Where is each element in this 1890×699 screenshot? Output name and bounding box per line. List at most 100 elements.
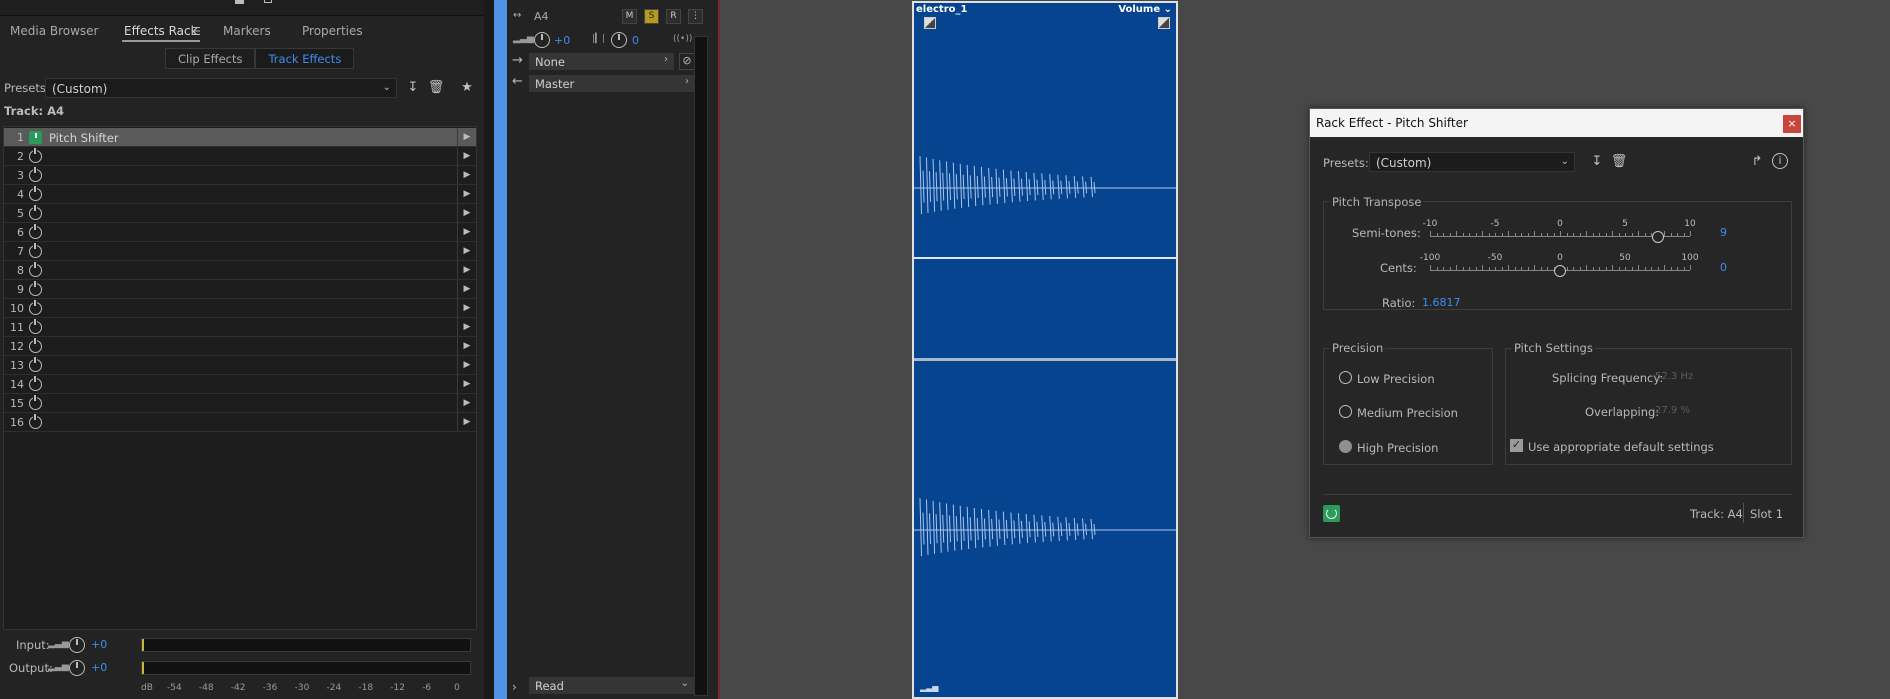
semitones-value[interactable]: 9	[1720, 226, 1727, 239]
stereo-output-icon[interactable]: ((•))	[673, 34, 692, 44]
clip-volume-label[interactable]: Volume ⌄	[1118, 4, 1172, 15]
play-arrow-icon[interactable]: ▶	[457, 166, 476, 184]
splicing-frequency-value[interactable]: 52.3 Hz	[1655, 371, 1693, 382]
automation-mode-dropdown[interactable]: Read ⌄	[529, 677, 695, 694]
medium-precision-radio[interactable]	[1339, 405, 1352, 418]
tab-markers[interactable]: Markers	[223, 24, 271, 38]
play-arrow-icon[interactable]: ▶	[457, 128, 476, 146]
expand-icon[interactable]: ›	[512, 680, 517, 694]
info-icon[interactable]: i	[1772, 153, 1788, 169]
power-icon[interactable]	[29, 131, 42, 144]
delete-preset-icon[interactable]: 🗑	[1610, 153, 1628, 171]
effect-slot[interactable]: 8 ▶	[4, 261, 476, 280]
pan-value[interactable]: 0	[632, 34, 639, 47]
slot-effect-name[interactable]: Pitch Shifter	[49, 131, 119, 145]
play-arrow-icon[interactable]: ▶	[457, 337, 476, 355]
volume-value[interactable]: +0	[554, 34, 570, 47]
phase-invert-icon[interactable]: ⊘	[679, 53, 695, 70]
play-arrow-icon[interactable]: ▶	[457, 413, 476, 431]
play-arrow-icon[interactable]: ▶	[457, 375, 476, 393]
play-arrow-icon[interactable]: ▶	[457, 261, 476, 279]
power-icon[interactable]	[29, 262, 42, 277]
favorite-star-icon[interactable]: ★	[458, 79, 476, 97]
fade-out-handle[interactable]	[1158, 17, 1170, 29]
effect-slot[interactable]: 3 ▶	[4, 166, 476, 185]
play-arrow-icon[interactable]: ▶	[457, 223, 476, 241]
play-arrow-icon[interactable]: ▶	[457, 280, 476, 298]
power-icon[interactable]	[29, 338, 42, 353]
power-icon[interactable]	[29, 414, 42, 429]
dialog-title-bar[interactable]: Rack Effect - Pitch Shifter ×	[1310, 109, 1803, 137]
power-icon[interactable]	[29, 224, 42, 239]
cents-value[interactable]: 0	[1720, 261, 1727, 274]
play-arrow-icon[interactable]: ▶	[457, 299, 476, 317]
solo-button[interactable]: S	[644, 9, 659, 24]
tab-clip-effects[interactable]: Clip Effects	[165, 48, 256, 69]
effect-slot[interactable]: 16 ▶	[4, 413, 476, 432]
power-icon[interactable]	[29, 205, 42, 220]
default-settings-checkbox[interactable]: ✓	[1510, 439, 1523, 452]
clip-gain-icon[interactable]: ▂▃▅	[920, 683, 938, 692]
presets-dropdown[interactable]: (Custom) ⌄	[45, 78, 397, 98]
slider-thumb[interactable]	[1651, 231, 1664, 243]
record-arm-button[interactable]: R	[666, 9, 681, 24]
mixer-scrollbar[interactable]	[694, 36, 708, 696]
effect-slot[interactable]: 14 ▶	[4, 375, 476, 394]
mute-button[interactable]: M	[622, 9, 637, 24]
play-arrow-icon[interactable]: ▶	[457, 147, 476, 165]
power-icon[interactable]	[29, 243, 42, 258]
effect-slot[interactable]: 9 ▶	[4, 280, 476, 299]
volume-knob[interactable]	[534, 32, 550, 48]
effect-slot[interactable]: 2 ▶	[4, 147, 476, 166]
power-icon[interactable]	[29, 167, 42, 182]
power-icon[interactable]	[29, 319, 42, 334]
tab-track-effects[interactable]: Track Effects	[255, 48, 355, 69]
cents-slider[interactable]: -100 -50 0 50 100	[1420, 253, 1699, 283]
effect-slot[interactable]: 7 ▶	[4, 242, 476, 261]
power-icon[interactable]	[29, 281, 42, 296]
low-precision-label[interactable]: Low Precision	[1357, 372, 1435, 386]
input-knob[interactable]	[69, 637, 85, 653]
delete-preset-icon[interactable]: 🗑	[427, 79, 445, 97]
high-precision-label[interactable]: High Precision	[1357, 441, 1438, 455]
effect-power-button[interactable]	[1323, 505, 1340, 522]
input-value[interactable]: +0	[91, 638, 107, 651]
power-icon[interactable]	[29, 395, 42, 410]
fade-in-handle[interactable]	[924, 17, 936, 29]
audio-clip[interactable]: electro_1 Volume ⌄ ▂▃▅	[912, 1, 1178, 699]
pan-knob[interactable]	[611, 32, 627, 48]
output-route-dropdown[interactable]: Master ›	[529, 75, 695, 92]
panel-menu-icon[interactable]: ☰	[191, 25, 201, 38]
default-settings-label[interactable]: Use appropriate default settings	[1528, 440, 1714, 454]
track-drag-icon[interactable]: ↔	[513, 10, 521, 21]
power-icon[interactable]	[29, 376, 42, 391]
effect-slot[interactable]: 1 Pitch Shifter ▶	[4, 128, 476, 147]
dialog-presets-dropdown[interactable]: (Custom) ⌄	[1369, 152, 1575, 172]
panel-divider[interactable]	[484, 0, 494, 699]
output-knob[interactable]	[69, 660, 85, 676]
effect-slot[interactable]: 15 ▶	[4, 394, 476, 413]
effect-slot[interactable]: 4 ▶	[4, 185, 476, 204]
overlapping-value[interactable]: 27.9 %	[1655, 405, 1690, 416]
routing-icon[interactable]: ↱	[1748, 153, 1766, 171]
effect-slot[interactable]: 5 ▶	[4, 204, 476, 223]
tab-effects-rack[interactable]: Effects Rack	[124, 24, 198, 38]
save-preset-icon[interactable]: ↧	[404, 79, 422, 97]
semitones-slider[interactable]: -10 -5 0 5 10	[1423, 219, 1696, 249]
stop-icon[interactable]	[235, 0, 244, 4]
power-icon[interactable]	[29, 148, 42, 163]
output-value[interactable]: +0	[91, 661, 107, 674]
medium-precision-label[interactable]: Medium Precision	[1357, 406, 1458, 420]
track-name[interactable]: A4	[534, 10, 549, 23]
save-preset-icon[interactable]: ↧	[1588, 153, 1606, 171]
tab-media-browser[interactable]: Media Browser	[10, 24, 98, 38]
power-icon[interactable]	[29, 300, 42, 315]
effect-slot[interactable]: 11 ▶	[4, 318, 476, 337]
power-icon[interactable]	[29, 186, 42, 201]
play-arrow-icon[interactable]: ▶	[457, 204, 476, 222]
input-route-dropdown[interactable]: None ›	[529, 53, 674, 70]
effect-slot[interactable]: 12 ▶	[4, 337, 476, 356]
play-arrow-icon[interactable]: ▶	[457, 185, 476, 203]
effect-slot[interactable]: 10 ▶	[4, 299, 476, 318]
play-arrow-icon[interactable]: ▶	[457, 318, 476, 336]
